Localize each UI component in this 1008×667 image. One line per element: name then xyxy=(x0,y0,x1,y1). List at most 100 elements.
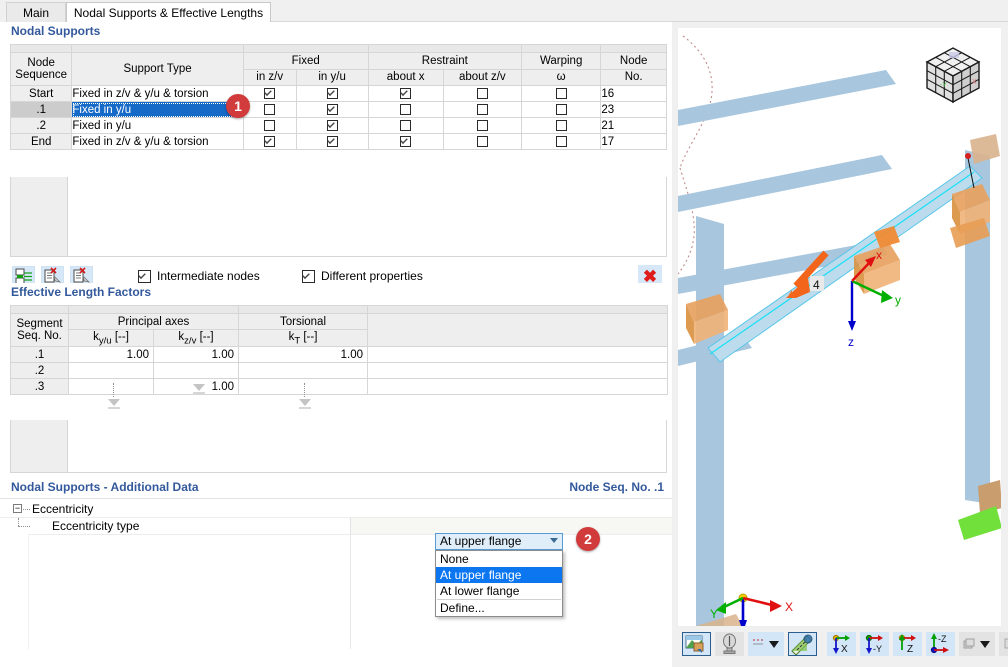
row-restraint-x[interactable] xyxy=(367,85,444,102)
row-warping[interactable] xyxy=(520,101,602,118)
row-node-no[interactable]: 16 xyxy=(600,85,667,102)
row-fixed-z[interactable] xyxy=(242,101,297,118)
checkbox-warping[interactable] xyxy=(555,87,567,99)
view-in-x-icon[interactable]: X xyxy=(827,632,856,656)
view-cube-icon[interactable]: -Y X xyxy=(917,38,989,110)
row-fixed-y[interactable] xyxy=(295,101,369,118)
table-row[interactable]: Start Fixed in z/v & y/u & torsion 16 xyxy=(9,85,667,102)
dimensions-icon[interactable] xyxy=(748,632,784,656)
row-fixed-y[interactable] xyxy=(295,117,369,134)
checkbox-restraint-x[interactable] xyxy=(400,135,412,147)
table-row[interactable]: .2 xyxy=(10,362,668,379)
tab-nodal-supports-effective-lengths[interactable]: Nodal Supports & Effective Lengths xyxy=(66,2,271,23)
table-row[interactable]: .1 1.00 1.00 1.00 xyxy=(10,346,668,363)
row-kt[interactable] xyxy=(238,378,368,395)
measure-icon[interactable] xyxy=(788,632,817,656)
checkbox-warping[interactable] xyxy=(555,135,567,147)
property-grid-splitter-lower[interactable] xyxy=(350,534,351,649)
checkbox-restraint-x[interactable] xyxy=(400,119,412,131)
view-in-minus-y-icon[interactable]: -Y xyxy=(860,632,889,656)
row-ky[interactable] xyxy=(68,378,154,395)
view-in-minus-z-icon[interactable]: -Z xyxy=(926,632,955,656)
row-node-sequence[interactable]: .1 xyxy=(9,101,73,118)
row-warping[interactable] xyxy=(520,133,602,150)
checkbox-fixed-z[interactable] xyxy=(264,135,276,147)
checkbox-restraint-x[interactable] xyxy=(400,87,412,99)
checkbox-fixed-z[interactable] xyxy=(264,103,276,115)
model-3d-viewport[interactable]: 4 z y x Z X xyxy=(677,27,1002,627)
row-restraint-z[interactable] xyxy=(442,101,522,118)
checkbox-restraint-x[interactable] xyxy=(400,103,412,115)
different-properties-checkbox[interactable]: Different properties xyxy=(302,269,423,284)
row-ky[interactable] xyxy=(68,362,154,379)
row-kz[interactable]: 1.00 xyxy=(153,378,239,395)
view-in-z-icon[interactable]: Z xyxy=(893,632,922,656)
row-fixed-z[interactable] xyxy=(242,85,297,102)
dropdown-option-at-lower-flange[interactable]: At lower flange xyxy=(436,583,562,599)
row-node-no[interactable]: 21 xyxy=(600,117,667,134)
eccentricity-type-combobox[interactable]: At upper flange xyxy=(435,533,563,550)
row-kz[interactable] xyxy=(153,362,239,379)
table-row[interactable]: .3 1.00 xyxy=(10,378,668,395)
row-kz[interactable]: 1.00 xyxy=(153,346,239,363)
row-node-sequence[interactable]: .2 xyxy=(9,117,73,134)
checkbox-warping[interactable] xyxy=(555,119,567,131)
row-ky[interactable]: 1.00 xyxy=(68,346,154,363)
nodal-supports-table[interactable]: Node Sequence Support Type Fixed Restrai… xyxy=(9,44,667,150)
dropdown-option-none[interactable]: None xyxy=(436,551,562,567)
row-restraint-x[interactable] xyxy=(367,133,444,150)
row-kt[interactable]: 1.00 xyxy=(238,346,368,363)
row-kt[interactable] xyxy=(238,362,368,379)
property-grid[interactable]: − Eccentricity Eccentricity type xyxy=(0,498,672,649)
table-row[interactable]: End Fixed in z/v & y/u & torsion 17 xyxy=(9,133,667,150)
property-group-row-eccentricity[interactable]: − Eccentricity xyxy=(0,501,672,517)
row-restraint-z[interactable] xyxy=(442,117,522,134)
model-3d-scene[interactable]: 4 z y x Z X xyxy=(678,28,1002,627)
row-support-type[interactable]: Fixed in y/u xyxy=(71,117,244,134)
dropdown-option-at-upper-flange[interactable]: At upper flange xyxy=(436,567,562,583)
row-fixed-z[interactable] xyxy=(242,117,297,134)
checkbox-glyph[interactable] xyxy=(138,270,151,284)
row-warping[interactable] xyxy=(520,85,602,102)
row-support-type[interactable]: Fixed in z/v & y/u & torsion xyxy=(71,85,244,102)
row-fixed-z[interactable] xyxy=(242,133,297,150)
checkbox-restraint-z[interactable] xyxy=(476,103,488,115)
effective-length-table[interactable]: Segment Seq. No. Principal axes Torsiona… xyxy=(10,305,668,395)
checkbox-fixed-y[interactable] xyxy=(326,87,338,99)
render-mode-icon[interactable] xyxy=(682,632,711,656)
checkbox-glyph[interactable] xyxy=(302,270,315,284)
display-group-icon[interactable] xyxy=(999,632,1008,656)
row-support-type[interactable]: Fixed in y/u xyxy=(71,101,244,118)
checkbox-restraint-z[interactable] xyxy=(476,135,488,147)
row-segment-seq[interactable]: .1 xyxy=(10,346,69,363)
row-node-no[interactable]: 17 xyxy=(600,133,667,150)
property-row-eccentricity-type[interactable]: Eccentricity type xyxy=(0,517,672,535)
row-segment-seq[interactable]: .2 xyxy=(10,362,69,379)
row-fixed-y[interactable] xyxy=(295,85,369,102)
checkbox-restraint-z[interactable] xyxy=(476,87,488,99)
row-fixed-y[interactable] xyxy=(295,133,369,150)
lighting-icon[interactable] xyxy=(715,632,744,656)
tab-main[interactable]: Main xyxy=(6,2,66,22)
checkbox-restraint-z[interactable] xyxy=(476,119,488,131)
checkbox-fixed-y[interactable] xyxy=(326,119,338,131)
row-node-sequence[interactable]: Start xyxy=(9,85,73,102)
table-row[interactable]: .1 Fixed in y/u 23 xyxy=(9,101,667,118)
checkbox-warping[interactable] xyxy=(555,103,567,115)
row-support-type[interactable]: Fixed in z/v & y/u & torsion xyxy=(71,133,244,150)
row-restraint-z[interactable] xyxy=(442,133,522,150)
row-node-no[interactable]: 23 xyxy=(600,101,667,118)
row-segment-seq[interactable]: .3 xyxy=(10,378,69,395)
zoom-group-icon[interactable] xyxy=(959,632,995,656)
chevron-down-icon[interactable] xyxy=(550,538,558,543)
checkbox-fixed-z[interactable] xyxy=(264,119,276,131)
row-restraint-x[interactable] xyxy=(367,117,444,134)
intermediate-nodes-checkbox[interactable]: Intermediate nodes xyxy=(138,269,260,284)
checkbox-fixed-y[interactable] xyxy=(326,135,338,147)
checkbox-fixed-y[interactable] xyxy=(326,103,338,115)
checkbox-fixed-z[interactable] xyxy=(264,87,276,99)
table-row[interactable]: .2 Fixed in y/u 21 xyxy=(9,117,667,134)
eccentricity-type-dropdown[interactable]: None At upper flange At lower flange Def… xyxy=(435,550,563,617)
row-restraint-x[interactable] xyxy=(367,101,444,118)
row-restraint-z[interactable] xyxy=(442,85,522,102)
